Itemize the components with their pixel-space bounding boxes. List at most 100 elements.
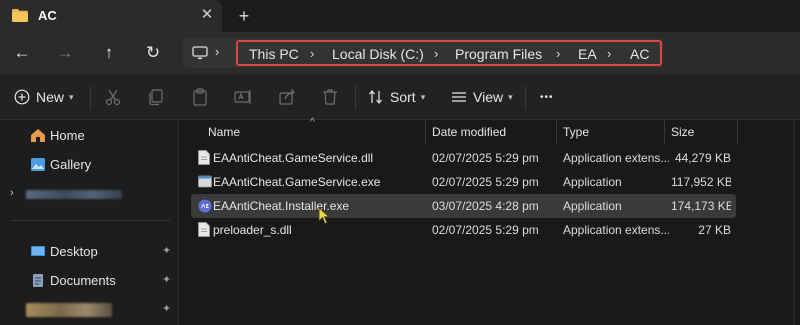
copy-icon[interactable] — [146, 87, 166, 107]
redacted-label — [26, 303, 112, 317]
file-date: 02/07/2025 5:29 pm — [432, 175, 539, 189]
sort-label: Sort — [390, 89, 416, 105]
chevron-right-icon[interactable]: › — [10, 187, 14, 199]
file-size: 44,279 KB — [674, 151, 731, 165]
sidebar-item-label: Home — [50, 128, 85, 143]
sidebar-item-gallery[interactable]: Gallery — [0, 152, 178, 178]
column-header-size[interactable]: Size — [664, 120, 737, 144]
folder-icon — [12, 9, 28, 22]
file-row[interactable]: EAAntiCheat.GameService.dll 02/07/2025 5… — [191, 146, 736, 170]
sidebar-item-label: Gallery — [50, 157, 92, 172]
toolbar-divider — [525, 86, 526, 110]
chevron-right-icon: › — [434, 46, 439, 61]
breadcrumb-ea[interactable]: EA — [578, 46, 597, 62]
file-size: 174,173 KB — [671, 199, 731, 213]
file-name: EAAntiCheat.GameService.dll — [213, 151, 374, 165]
chevron-down-icon: ▾ — [508, 91, 513, 102]
column-header-label: Name — [208, 125, 241, 139]
chevron-right-icon: › — [215, 44, 220, 59]
sidebar-item-home[interactable]: Home — [0, 123, 178, 149]
column-header-label: Type — [563, 125, 590, 139]
up-button[interactable]: ↑ — [96, 40, 122, 66]
home-icon — [31, 129, 45, 142]
column-divider[interactable] — [737, 120, 738, 144]
file-name: preloader_s.dll — [213, 223, 292, 237]
view-label: View — [473, 89, 504, 105]
rename-icon[interactable] — [233, 87, 253, 107]
breadcrumb: This PC › Local Disk (C:) › Program File… — [236, 40, 662, 66]
file-row-selected[interactable]: EAAntiCheat.Installer.exe 03/07/2025 4:2… — [191, 194, 736, 218]
breadcrumb-local-disk[interactable]: Local Disk (C:) — [332, 46, 424, 62]
file-type: Application extens... — [563, 223, 669, 237]
view-button[interactable]: View ▾ — [451, 86, 513, 108]
forward-button[interactable]: → — [52, 40, 78, 66]
file-date: 03/07/2025 4:28 pm — [432, 199, 539, 213]
this-pc-icon — [192, 46, 208, 59]
delete-icon[interactable] — [320, 87, 340, 107]
paste-icon[interactable] — [190, 87, 210, 107]
vertical-scrollbar[interactable] — [792, 120, 796, 325]
file-type: Application — [563, 199, 622, 213]
tab-ac[interactable]: AC ✕ — [0, 0, 222, 32]
redacted-label — [26, 190, 122, 199]
file-name: EAAntiCheat.GameService.exe — [213, 175, 381, 189]
pin-icon[interactable]: ✦ — [162, 302, 171, 315]
dll-file-icon — [198, 222, 210, 237]
file-size: 117,952 KB — [671, 175, 731, 189]
cut-icon[interactable] — [103, 87, 123, 107]
breadcrumb-this-pc[interactable]: This PC — [249, 46, 299, 62]
chevron-down-icon: ▾ — [420, 91, 426, 102]
view-icon — [452, 92, 466, 102]
sidebar-divider — [10, 220, 170, 221]
pin-icon[interactable]: ✦ — [162, 244, 171, 257]
sort-icon — [369, 90, 382, 104]
file-type: Application — [563, 175, 622, 189]
toolbar-divider — [355, 86, 356, 110]
column-header-type[interactable]: Type — [556, 120, 664, 144]
column-header-label: Size — [671, 125, 695, 139]
ea-installer-icon — [198, 199, 212, 213]
documents-icon — [33, 274, 43, 287]
sidebar-item-blurred[interactable]: › — [0, 181, 178, 207]
chevron-right-icon: › — [310, 46, 315, 61]
more-options-button[interactable]: ••• — [540, 86, 554, 108]
chevron-right-icon: › — [556, 46, 561, 61]
new-tab-button[interactable]: + — [233, 5, 255, 27]
sort-button[interactable]: Sort ▾ — [368, 86, 425, 108]
new-button[interactable]: New ▾ — [14, 86, 74, 108]
file-date: 02/07/2025 5:29 pm — [432, 223, 539, 237]
plus-circle-icon — [14, 89, 30, 105]
address-bar[interactable]: › This PC › Local Disk (C:) › Program Fi… — [183, 38, 663, 68]
file-list: ^ Name Date modified Type Size EAAntiChe… — [179, 117, 800, 325]
toolbar-divider — [90, 86, 91, 110]
gallery-icon — [31, 158, 45, 171]
new-label: New — [36, 89, 65, 105]
back-button[interactable]: ← — [9, 40, 35, 66]
close-tab-icon[interactable]: ✕ — [197, 5, 217, 25]
column-header-date[interactable]: Date modified — [425, 120, 556, 144]
column-header-name[interactable]: Name — [201, 120, 426, 144]
navigation-pane: Home Gallery › Desktop ✦ Documents ✦ ✦ — [0, 120, 178, 325]
dll-file-icon — [198, 150, 210, 165]
exe-file-icon — [198, 175, 212, 188]
share-icon[interactable] — [277, 87, 297, 107]
sidebar-item-blurred[interactable]: ✦ — [0, 297, 178, 323]
navigation-bar: ← → ↑ ↻ › This PC › Local Disk (C:) › Pr… — [0, 32, 800, 74]
column-header-label: Date modified — [432, 125, 507, 139]
pin-icon[interactable]: ✦ — [162, 273, 171, 286]
sidebar-item-desktop[interactable]: Desktop ✦ — [0, 239, 178, 265]
breadcrumb-program-files[interactable]: Program Files — [455, 46, 542, 62]
file-row[interactable]: EAAntiCheat.GameService.exe 02/07/2025 5… — [191, 170, 736, 194]
chevron-down-icon: ▾ — [69, 91, 74, 102]
sidebar-item-label: Documents — [50, 273, 116, 288]
sidebar-item-label: Desktop — [50, 244, 98, 259]
mouse-cursor-icon — [318, 207, 330, 225]
sidebar-item-documents[interactable]: Documents ✦ — [0, 268, 178, 294]
file-size: 27 KB — [698, 223, 731, 237]
file-row[interactable]: preloader_s.dll 02/07/2025 5:29 pm Appli… — [191, 218, 736, 242]
chevron-right-icon: › — [607, 46, 612, 61]
breadcrumb-ac[interactable]: AC — [630, 46, 649, 62]
desktop-icon — [31, 246, 45, 256]
tab-title: AC — [38, 8, 57, 23]
refresh-button[interactable]: ↻ — [140, 40, 166, 66]
